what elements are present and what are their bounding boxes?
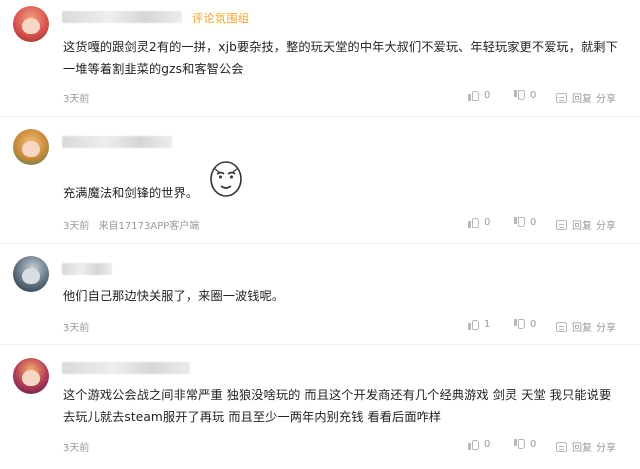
avatar[interactable] (13, 6, 49, 42)
thumbs-down-icon (514, 439, 525, 450)
avatar[interactable] (13, 358, 49, 394)
username[interactable] (62, 362, 190, 374)
thumbs-down-icon (514, 217, 525, 228)
username[interactable] (62, 263, 112, 275)
comment-meta: 3天前 (63, 90, 95, 105)
dislike-button[interactable]: 0 (514, 217, 536, 228)
reply-label: 回复 (572, 443, 592, 454)
dislike-button[interactable]: 0 (514, 319, 536, 330)
comment-meta: 3天前 来自17173APP客户端 (63, 217, 205, 232)
dislike-count: 0 (530, 319, 537, 330)
comment-time: 3天前 (63, 94, 90, 105)
divider (0, 116, 640, 117)
reply-label: 回复 (572, 221, 592, 232)
like-button[interactable]: 0 (468, 439, 490, 450)
reply-button[interactable]: 回复 (556, 319, 592, 334)
username[interactable] (62, 11, 182, 23)
comment-source: 来自17173APP客户端 (98, 221, 200, 232)
reply-button[interactable]: 回复 (556, 90, 592, 105)
like-button[interactable]: 0 (468, 217, 490, 228)
share-button[interactable]: 分享 (596, 217, 616, 232)
comment-time: 3天前 (63, 323, 90, 334)
comment-text: 充满魔法和剑锋的世界。 (63, 186, 199, 200)
comment-time: 3天前 (63, 443, 90, 454)
reply-button[interactable]: 回复 (556, 217, 592, 232)
thumbs-down-icon (514, 90, 525, 101)
dislike-count: 0 (530, 439, 537, 450)
reply-icon (556, 92, 567, 103)
like-button[interactable]: 0 (468, 90, 490, 101)
comment-text: 这货嘎的跟剑灵2有的一拼，xjb要杂技，整的玩天堂的中年大叔们不爱玩、年轻玩家更… (63, 40, 618, 76)
like-count: 0 (484, 217, 491, 228)
reply-button[interactable]: 回复 (556, 439, 592, 454)
share-label: 分享 (596, 94, 616, 105)
like-count: 0 (484, 90, 491, 101)
share-button[interactable]: 分享 (596, 319, 616, 334)
reply-icon (556, 441, 567, 452)
dislike-button[interactable]: 0 (514, 90, 536, 101)
dislike-button[interactable]: 0 (514, 439, 536, 450)
share-button[interactable]: 分享 (596, 90, 616, 105)
avatar[interactable] (13, 129, 49, 165)
share-label: 分享 (596, 443, 616, 454)
like-button[interactable]: 1 (468, 319, 490, 330)
comment-meta: 3天前 (63, 319, 95, 334)
dislike-count: 0 (530, 90, 537, 101)
share-label: 分享 (596, 221, 616, 232)
thumbs-up-icon (468, 90, 479, 101)
reply-icon (556, 321, 567, 332)
comment-meta: 3天前 (63, 439, 95, 454)
divider (0, 344, 640, 345)
divider (0, 243, 640, 244)
reply-label: 回复 (572, 94, 592, 105)
thumbs-up-icon (468, 217, 479, 228)
thumbs-down-icon (514, 319, 525, 330)
comment-text: 这个游戏公会战之间非常严重 独狼没啥玩的 而且这个开发商还有几个经典游戏 剑灵 … (63, 388, 612, 424)
comment-time: 3天前 (63, 221, 90, 232)
reply-label: 回复 (572, 323, 592, 334)
like-count: 0 (484, 439, 491, 450)
thumbs-up-icon (468, 439, 479, 450)
reply-icon (556, 219, 567, 230)
comment-text: 他们自己那边快关服了，来圈一波钱呢。 (63, 289, 285, 303)
username[interactable] (62, 136, 172, 148)
like-count: 1 (484, 319, 491, 330)
user-badge: 评论氛围组 (190, 10, 252, 26)
avatar[interactable] (13, 256, 49, 292)
dislike-count: 0 (530, 217, 537, 228)
share-label: 分享 (596, 323, 616, 334)
share-button[interactable]: 分享 (596, 439, 616, 454)
thumbs-up-icon (468, 319, 479, 330)
